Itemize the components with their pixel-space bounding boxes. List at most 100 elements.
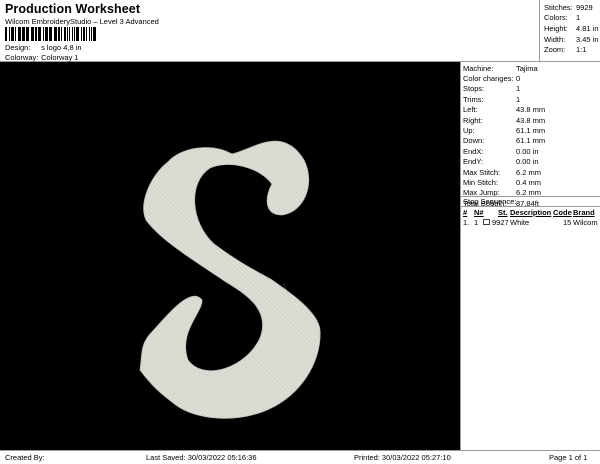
stop-number: 1. (463, 218, 470, 227)
barcode-bar (76, 27, 79, 41)
barcode-bar (38, 27, 41, 41)
property-label: Min Stitch: (463, 177, 499, 187)
design-name-line: Design: s logo 4,8 in (5, 43, 82, 52)
property-label: EndX: (463, 146, 484, 156)
barcode-bar (31, 27, 34, 41)
summary-row: Width: 3.45 in (544, 34, 599, 44)
barcode-bar (49, 27, 52, 41)
barcode-bar (67, 27, 68, 41)
barcode-bar (54, 27, 57, 41)
property-value: 0.00 in (516, 146, 539, 156)
table-row: 1. 1 9927 White 15 Wilcom (461, 217, 600, 227)
column-header: Description (510, 208, 552, 217)
barcode-bar (72, 27, 73, 41)
property-label: Right: (463, 115, 483, 125)
property-value: 0 (516, 74, 521, 84)
property-label: Stops: (463, 84, 485, 94)
thread-description: White (510, 218, 530, 227)
property-label: Trims: (463, 94, 484, 104)
property-value: 61.1 mm (516, 136, 546, 146)
barcode-bar (35, 27, 37, 41)
barcode-bar (11, 27, 14, 41)
created-by: Created By: (5, 453, 45, 462)
worksheet-footer: Created By: Last Saved: 30/03/2022 05:16… (0, 450, 600, 464)
stop-sequence-table: # N# St. Description Code Brand 1. 1 992… (461, 207, 600, 227)
summary-row: Colors: 1 (544, 13, 581, 23)
property-row: Trims: 1 (463, 94, 600, 104)
page-title: Production Worksheet (5, 2, 141, 16)
stop-table-header: # N# St. Description Code Brand (461, 207, 600, 217)
barcode-bar (5, 27, 7, 41)
property-value: 6.2 mm (516, 167, 542, 177)
design-label: Design: (5, 43, 31, 52)
stop-sequence-title: Stop Sequence: (461, 196, 600, 207)
column-header: Brand (573, 208, 595, 217)
property-row: Left: 43.8 mm (463, 105, 600, 115)
design-summary: Stitches: 9929 Colors: 1 Height: 4.81 in Wi… (539, 0, 600, 62)
barcode-bar (45, 27, 48, 41)
property-row: Stops: 1 (463, 84, 600, 94)
property-value: 43.8 mm (516, 105, 546, 115)
thread-color-swatch (483, 219, 490, 225)
property-label: EndY: (463, 157, 484, 167)
barcode-bar (83, 27, 85, 41)
property-row: Max Stitch: 6.2 mm (463, 167, 600, 177)
barcode-bar (81, 27, 82, 41)
colorway-line: Colorway: Colorway 1 (5, 53, 79, 62)
property-row: Min Stitch: 0.4 mm (463, 177, 600, 187)
barcode-bar (26, 27, 29, 41)
design-value: s logo 4,8 in (41, 43, 82, 52)
barcode-bar (61, 27, 62, 41)
design-barcode (5, 27, 117, 41)
property-label: Down: (463, 136, 485, 146)
machine-properties: Machine: Tajima Color changes: 0 Stops: 1 Trim… (461, 62, 600, 208)
column-header: N# (474, 208, 484, 217)
property-row: EndX: 0.00 in (463, 146, 600, 156)
worksheet-header: Production Worksheet Wilcom EmbroiderySt… (0, 0, 600, 62)
property-row: EndY: 0.00 in (463, 157, 600, 167)
property-row: Color changes: 0 (463, 73, 600, 83)
thread-code: 15 (563, 218, 572, 227)
property-label: Up: (463, 126, 475, 136)
property-label: Max Stitch: (463, 167, 501, 177)
letter-s-embroidery (139, 140, 321, 419)
barcode-bar (93, 27, 96, 41)
printed-date: Printed: 30/03/2022 05:27:10 (354, 453, 451, 462)
barcode-bar (91, 27, 92, 41)
property-label: Machine: (463, 63, 494, 73)
barcode-bar (86, 27, 87, 41)
barcode-bar (15, 27, 16, 41)
property-value: 1 (516, 84, 521, 94)
thread-brand: Wilcom (573, 218, 598, 227)
column-header: St. (498, 208, 508, 217)
page-number: Page 1 of 1 (549, 453, 588, 462)
barcode-bar (69, 27, 70, 41)
property-value: 0.00 in (516, 157, 539, 167)
summary-row: Height: 4.81 in (544, 23, 599, 33)
summary-row: Stitches: 9929 (544, 2, 593, 12)
property-value: Tajima (516, 63, 538, 73)
worksheet-page: Production Worksheet Wilcom EmbroiderySt… (0, 0, 600, 464)
stitch-count: 9927 (492, 218, 509, 227)
property-value: 61.1 mm (516, 126, 546, 136)
summary-row: Zoom: 1:1 (544, 45, 587, 55)
last-saved: Last Saved: 30/03/2022 05:16:36 (146, 453, 257, 462)
property-row: Right: 43.8 mm (463, 115, 600, 125)
software-subtitle: Wilcom EmbroideryStudio – Level 3 Advanc… (5, 17, 159, 26)
property-label: Left: (463, 105, 478, 115)
property-row: Machine: Tajima (463, 63, 600, 73)
colorway-value: Colorway 1 (41, 53, 79, 62)
column-header: # (463, 208, 468, 217)
barcode-bar (9, 27, 10, 41)
property-value: 1 (516, 94, 521, 104)
property-value: 0.4 mm (516, 177, 542, 187)
property-row: Up: 61.1 mm (463, 125, 600, 135)
barcode-bar (18, 27, 21, 41)
needle-number: 1 (474, 218, 479, 227)
barcode-bar (22, 27, 25, 41)
barcode-bar (43, 27, 44, 41)
barcode-bar (58, 27, 60, 41)
design-preview (0, 62, 460, 450)
barcode-bar (74, 27, 75, 41)
property-row: Down: 61.1 mm (463, 136, 600, 146)
